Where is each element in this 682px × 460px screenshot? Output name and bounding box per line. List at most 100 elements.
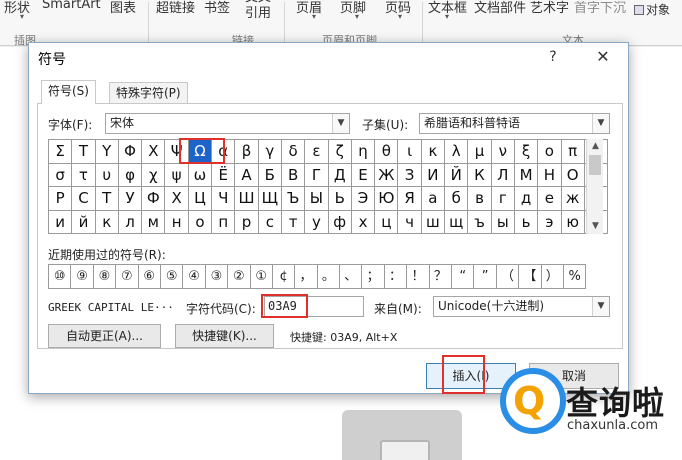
symbol-cell[interactable]: А xyxy=(235,163,259,187)
symbol-cell[interactable]: τ xyxy=(72,163,96,187)
symbol-cell[interactable]: М xyxy=(514,163,539,187)
symbol-cell[interactable]: Т xyxy=(95,187,119,211)
ribbon-footer-button[interactable]: 页脚 xyxy=(340,0,366,16)
symbol-cell[interactable]: ь xyxy=(514,210,539,234)
recent-symbol-cell[interactable]: ⑩ xyxy=(49,265,72,289)
symbol-cell[interactable]: р xyxy=(235,210,259,234)
shortcut-key-button[interactable]: 快捷键(K)... xyxy=(175,324,274,348)
help-button[interactable]: ? xyxy=(543,47,563,67)
symbol-cell[interactable]: и xyxy=(49,210,73,234)
symbol-cell[interactable]: θ xyxy=(375,140,399,164)
symbol-cell[interactable]: к xyxy=(95,210,119,234)
symbol-cell[interactable]: ε xyxy=(305,140,329,164)
recent-symbol-cell[interactable]: ） xyxy=(541,265,564,289)
symbol-cell[interactable]: в xyxy=(468,187,492,211)
symbol-cell[interactable]: β xyxy=(235,140,259,164)
autocorrect-button[interactable]: 自动更正(A)... xyxy=(48,324,161,348)
symbol-cell[interactable]: Д xyxy=(328,163,352,187)
recent-symbol-cell[interactable]: ① xyxy=(250,265,273,289)
chevron-down-icon[interactable]: ▼ xyxy=(592,297,609,316)
symbol-cell[interactable]: ъ xyxy=(468,210,492,234)
symbol-cell[interactable]: Й xyxy=(445,163,469,187)
recent-symbol-cell[interactable]: （ xyxy=(496,265,520,289)
symbol-cell[interactable]: З xyxy=(398,163,422,187)
symbol-cell[interactable]: б xyxy=(445,187,469,211)
ribbon-header-button[interactable]: 页眉 xyxy=(296,0,322,16)
recent-symbol-cell[interactable]: % xyxy=(563,265,587,289)
recent-symbol-cell[interactable]: ③ xyxy=(205,265,229,289)
symbol-cell[interactable]: μ xyxy=(468,140,492,164)
symbol-cell[interactable]: у xyxy=(305,210,329,234)
symbol-cell[interactable]: κ xyxy=(421,140,446,164)
symbol-cell[interactable]: π xyxy=(561,140,585,164)
symbol-cell[interactable]: Ц xyxy=(188,187,213,211)
recent-symbol-cell[interactable]: ⑤ xyxy=(160,265,184,289)
symbol-cell[interactable]: д xyxy=(514,187,539,211)
symbol-grid-scrollbar[interactable]: ▲ ▼ xyxy=(586,139,603,234)
ribbon-chart-button[interactable]: 图表 xyxy=(110,0,136,16)
font-select[interactable]: 宋体 ▼ xyxy=(105,113,350,134)
recent-symbol-cell[interactable]: 【 xyxy=(519,265,542,289)
symbol-cell[interactable]: С xyxy=(72,187,96,211)
symbol-cell[interactable]: ι xyxy=(398,140,422,164)
symbol-cell[interactable]: Ь xyxy=(328,187,352,211)
symbol-cell[interactable]: Ψ xyxy=(165,140,189,164)
symbol-cell[interactable]: Ъ xyxy=(281,187,306,211)
symbol-cell[interactable]: х xyxy=(351,210,376,234)
symbol-cell[interactable]: т xyxy=(281,210,306,234)
symbol-cell[interactable]: Ы xyxy=(305,187,329,211)
ribbon-dropcap-button[interactable]: 首字下沉 xyxy=(574,0,626,16)
tab-symbols[interactable]: 符号(S) xyxy=(41,80,96,104)
ribbon-wordart-button[interactable]: 艺术字 xyxy=(530,0,569,16)
ribbon-quickparts-button[interactable]: 文档部件 xyxy=(474,0,526,16)
chevron-down-icon[interactable]: ▼ xyxy=(332,114,349,133)
symbol-cell[interactable]: Г xyxy=(305,163,329,187)
symbol-cell[interactable]: ч xyxy=(398,210,422,234)
symbol-cell[interactable]: σ xyxy=(49,163,73,187)
symbol-cell[interactable]: О xyxy=(561,163,585,187)
recent-symbol-cell[interactable]: ⑨ xyxy=(71,265,94,289)
symbol-cell[interactable]: с xyxy=(258,210,282,234)
symbol-cell[interactable]: ψ xyxy=(165,163,189,187)
symbol-cell[interactable]: ω xyxy=(188,163,213,187)
symbol-cell[interactable]: Ю xyxy=(375,187,399,211)
recent-symbol-cell[interactable]: ¢ xyxy=(272,265,296,289)
symbol-cell[interactable]: г xyxy=(491,187,515,211)
symbol-cell[interactable]: Ш xyxy=(235,187,259,211)
recent-symbol-cell[interactable]: ” xyxy=(474,265,497,289)
symbol-cell[interactable]: л xyxy=(118,210,143,234)
symbol-cell[interactable]: δ xyxy=(281,140,306,164)
symbol-cell[interactable]: φ xyxy=(118,163,143,187)
symbol-cell[interactable]: Ч xyxy=(212,187,236,211)
close-button[interactable]: ✕ xyxy=(591,47,615,67)
ribbon-bookmark-button[interactable]: 书签 xyxy=(204,0,230,16)
ribbon-smartart-button[interactable]: SmartArt xyxy=(42,0,101,12)
symbol-cell[interactable]: Х xyxy=(165,187,189,211)
symbol-cell[interactable]: Ω xyxy=(188,140,213,164)
symbol-cell[interactable]: Τ xyxy=(72,140,96,164)
symbol-cell[interactable]: Р xyxy=(49,187,73,211)
symbol-cell[interactable]: ο xyxy=(538,140,562,164)
symbol-cell[interactable]: й xyxy=(72,210,96,234)
scrollbar-thumb[interactable] xyxy=(589,155,601,175)
symbol-cell[interactable]: Я xyxy=(398,187,422,211)
symbol-cell[interactable]: Σ xyxy=(49,140,73,164)
symbol-cell[interactable]: ξ xyxy=(514,140,539,164)
symbol-cell[interactable]: λ xyxy=(445,140,469,164)
recent-symbol-cell[interactable]: ？ xyxy=(429,265,453,289)
symbol-cell[interactable]: м xyxy=(142,210,166,234)
recent-symbol-cell[interactable]: ⑥ xyxy=(138,265,161,289)
symbol-cell[interactable]: Χ xyxy=(142,140,166,164)
character-code-input[interactable]: 03A9 xyxy=(264,296,364,317)
chevron-down-icon[interactable]: ▼ xyxy=(592,114,609,133)
ribbon-hyperlink-button[interactable]: 超链接 xyxy=(156,0,195,16)
recent-symbol-cell[interactable]: ⑧ xyxy=(93,265,117,289)
symbol-cell[interactable]: Ф xyxy=(142,187,166,211)
symbol-cell[interactable]: Υ xyxy=(95,140,119,164)
symbol-cell[interactable]: γ xyxy=(258,140,282,164)
symbol-cell[interactable]: Φ xyxy=(118,140,143,164)
symbol-cell[interactable]: н xyxy=(165,210,189,234)
symbol-cell[interactable]: ф xyxy=(328,210,352,234)
symbol-cell[interactable]: ю xyxy=(561,210,585,234)
symbol-cell[interactable]: α xyxy=(212,140,236,164)
